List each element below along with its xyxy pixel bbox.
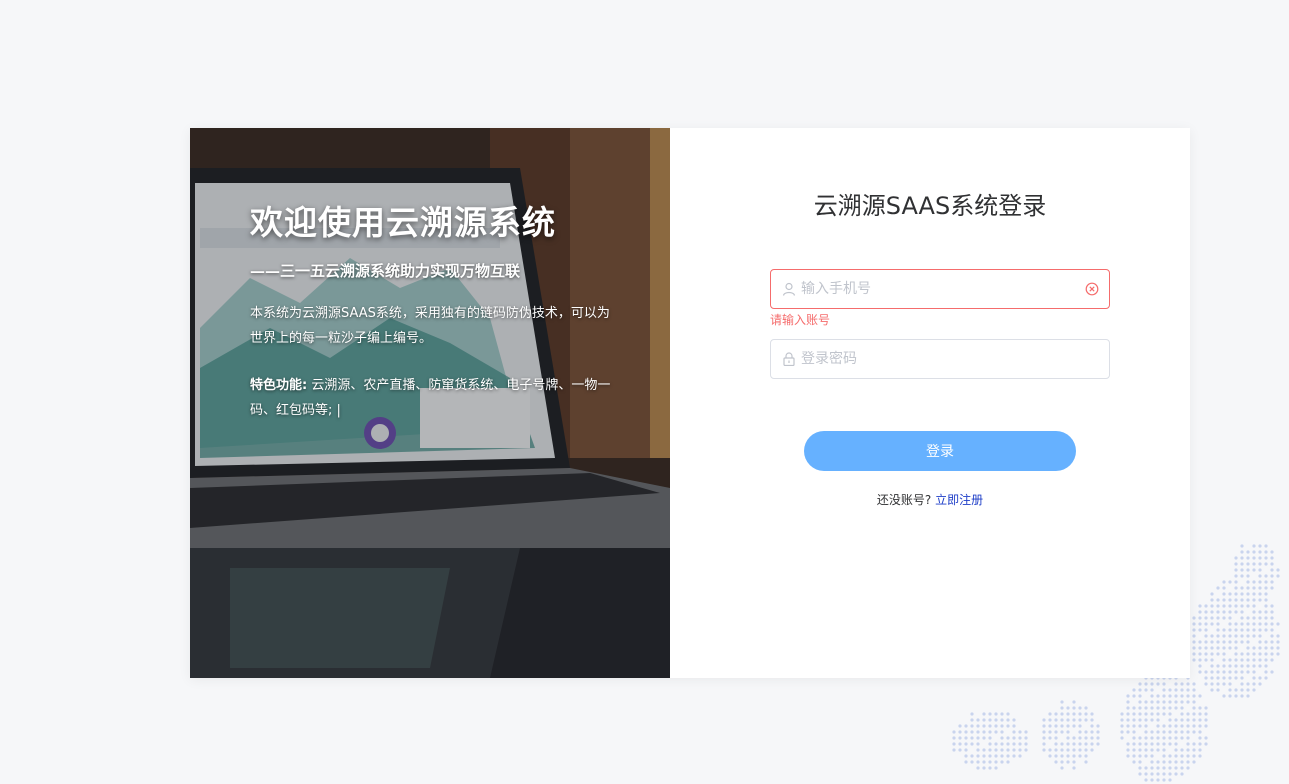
login-button[interactable]: 登录 bbox=[804, 431, 1076, 471]
register-row: 还没账号? 立即注册 bbox=[670, 491, 1190, 508]
hero-panel: 欢迎使用云溯源系统 ——三一五云溯源系统助力实现万物互联 本系统为云溯源SAAS… bbox=[190, 128, 670, 678]
login-page: 欢迎使用云溯源系统 ——三一五云溯源系统助力实现万物互联 本系统为云溯源SAAS… bbox=[0, 0, 1289, 784]
clear-circle-icon[interactable] bbox=[1085, 282, 1099, 296]
username-field[interactable] bbox=[770, 269, 1110, 309]
password-field[interactable] bbox=[770, 339, 1110, 379]
user-icon bbox=[782, 282, 796, 296]
login-card: 欢迎使用云溯源系统 ——三一五云溯源系统助力实现万物互联 本系统为云溯源SAAS… bbox=[190, 128, 1190, 678]
username-error: 请输入账号 bbox=[770, 313, 831, 327]
hero-title: 欢迎使用云溯源系统 bbox=[250, 203, 556, 242]
password-input[interactable] bbox=[801, 340, 1081, 378]
features-label: 特色功能: bbox=[250, 378, 308, 393]
login-form: 云溯源SAAS系统登录 请输入账号 bbox=[670, 128, 1190, 678]
hero-text: 欢迎使用云溯源系统 ——三一五云溯源系统助力实现万物互联 本系统为云溯源SAAS… bbox=[250, 200, 620, 423]
lock-icon bbox=[783, 352, 795, 366]
register-prompt: 还没账号? bbox=[876, 493, 932, 507]
hero-subtitle: ——三一五云溯源系统助力实现万物互联 bbox=[250, 262, 521, 280]
form-title: 云溯源SAAS系统登录 bbox=[813, 192, 1047, 220]
hero-features: 特色功能: 云溯源、农产直播、防窜货系统、电子号牌、一物一码、红包码等; | bbox=[250, 373, 620, 423]
username-input[interactable] bbox=[801, 270, 1081, 308]
register-link[interactable]: 立即注册 bbox=[935, 493, 983, 507]
hero-description: 本系统为云溯源SAAS系统，采用独有的链码防伪技术，可以为世界上的每一粒沙子编上… bbox=[250, 306, 610, 346]
